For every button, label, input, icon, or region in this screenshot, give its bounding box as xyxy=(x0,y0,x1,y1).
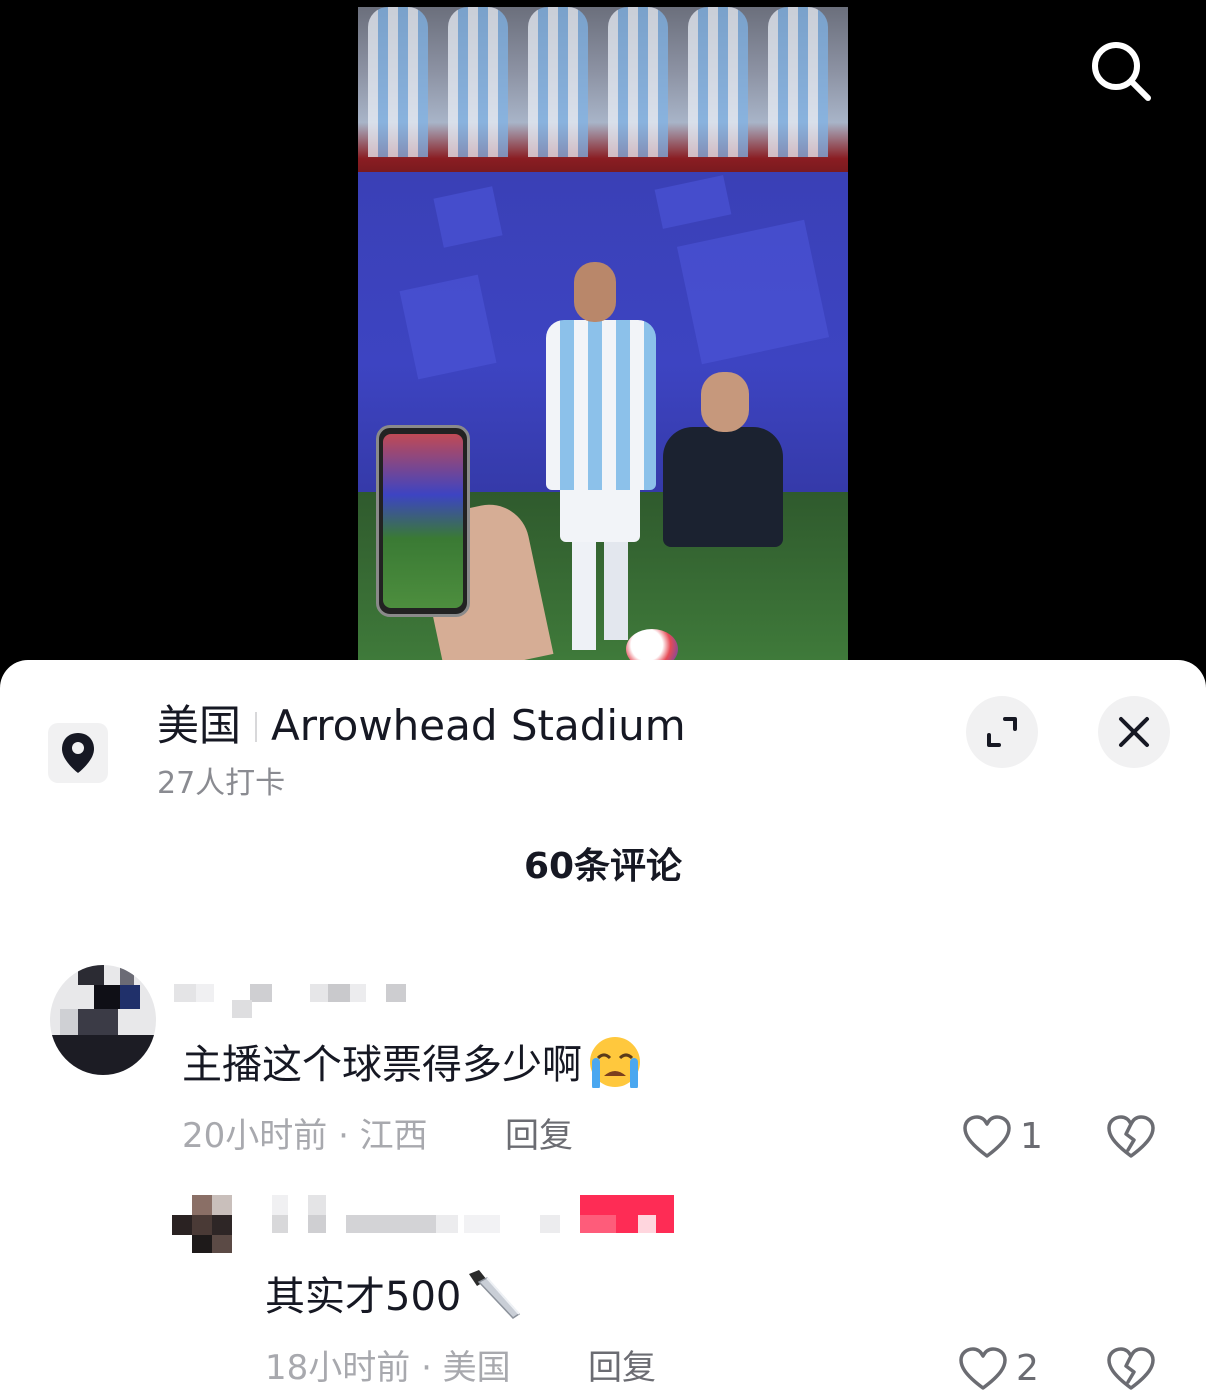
like-count: 2 xyxy=(1016,1348,1039,1389)
location-place: Arrowhead Stadium xyxy=(271,701,686,750)
comment-time-region: 20小时前 · 江西 xyxy=(182,1116,428,1156)
search-button[interactable] xyxy=(1088,38,1154,104)
avatar[interactable] xyxy=(50,965,156,1075)
expand-button[interactable] xyxy=(966,696,1038,768)
comment-time-region: 18小时前 · 美国 xyxy=(265,1348,511,1388)
comment-body: 其实才500 xyxy=(265,1274,462,1320)
knife-icon xyxy=(465,1268,521,1333)
video-photographer xyxy=(643,367,808,547)
location-country: 美国 xyxy=(157,701,242,750)
location-pin-icon xyxy=(48,723,108,783)
comments-sheet: 美国 Arrowhead Stadium 27人打卡 60条评论 主播这个球票得… xyxy=(0,660,1206,1400)
video-frame[interactable] xyxy=(358,7,848,660)
like-button[interactable]: 2 xyxy=(958,1346,1039,1392)
dislike-button[interactable] xyxy=(1106,1346,1156,1396)
broken-heart-icon xyxy=(1107,1115,1155,1158)
video-phone xyxy=(376,425,470,617)
comment-text: 主播这个球票得多少啊 xyxy=(182,1036,644,1101)
username-redacted[interactable] xyxy=(268,1195,678,1235)
comment-body: 主播这个球票得多少啊 xyxy=(182,1042,582,1088)
comments-count-title: 60条评论 xyxy=(523,846,683,887)
location-title[interactable]: 美国 Arrowhead Stadium xyxy=(157,700,686,752)
location-separator xyxy=(255,712,258,742)
search-icon xyxy=(1092,42,1151,101)
avatar[interactable] xyxy=(172,1195,234,1253)
crying-face-icon xyxy=(586,1036,644,1101)
expand-icon xyxy=(987,717,1017,747)
video-player-figure xyxy=(538,262,658,657)
video-crowd xyxy=(358,7,848,172)
comment-text: 其实才500 xyxy=(265,1268,521,1333)
like-button[interactable]: 1 xyxy=(962,1114,1043,1160)
close-icon xyxy=(1119,717,1149,747)
dislike-button[interactable] xyxy=(1106,1114,1156,1164)
video-player[interactable] xyxy=(0,0,1206,690)
location-checkins: 27人打卡 xyxy=(157,766,286,801)
heart-icon xyxy=(959,1347,1007,1390)
heart-icon xyxy=(963,1115,1011,1158)
like-count: 1 xyxy=(1020,1116,1043,1157)
reply-button[interactable]: 回复 xyxy=(505,1114,573,1158)
reply-button[interactable]: 回复 xyxy=(588,1346,656,1390)
username-redacted[interactable] xyxy=(172,982,412,1022)
close-button[interactable] xyxy=(1098,696,1170,768)
broken-heart-icon xyxy=(1107,1347,1155,1390)
